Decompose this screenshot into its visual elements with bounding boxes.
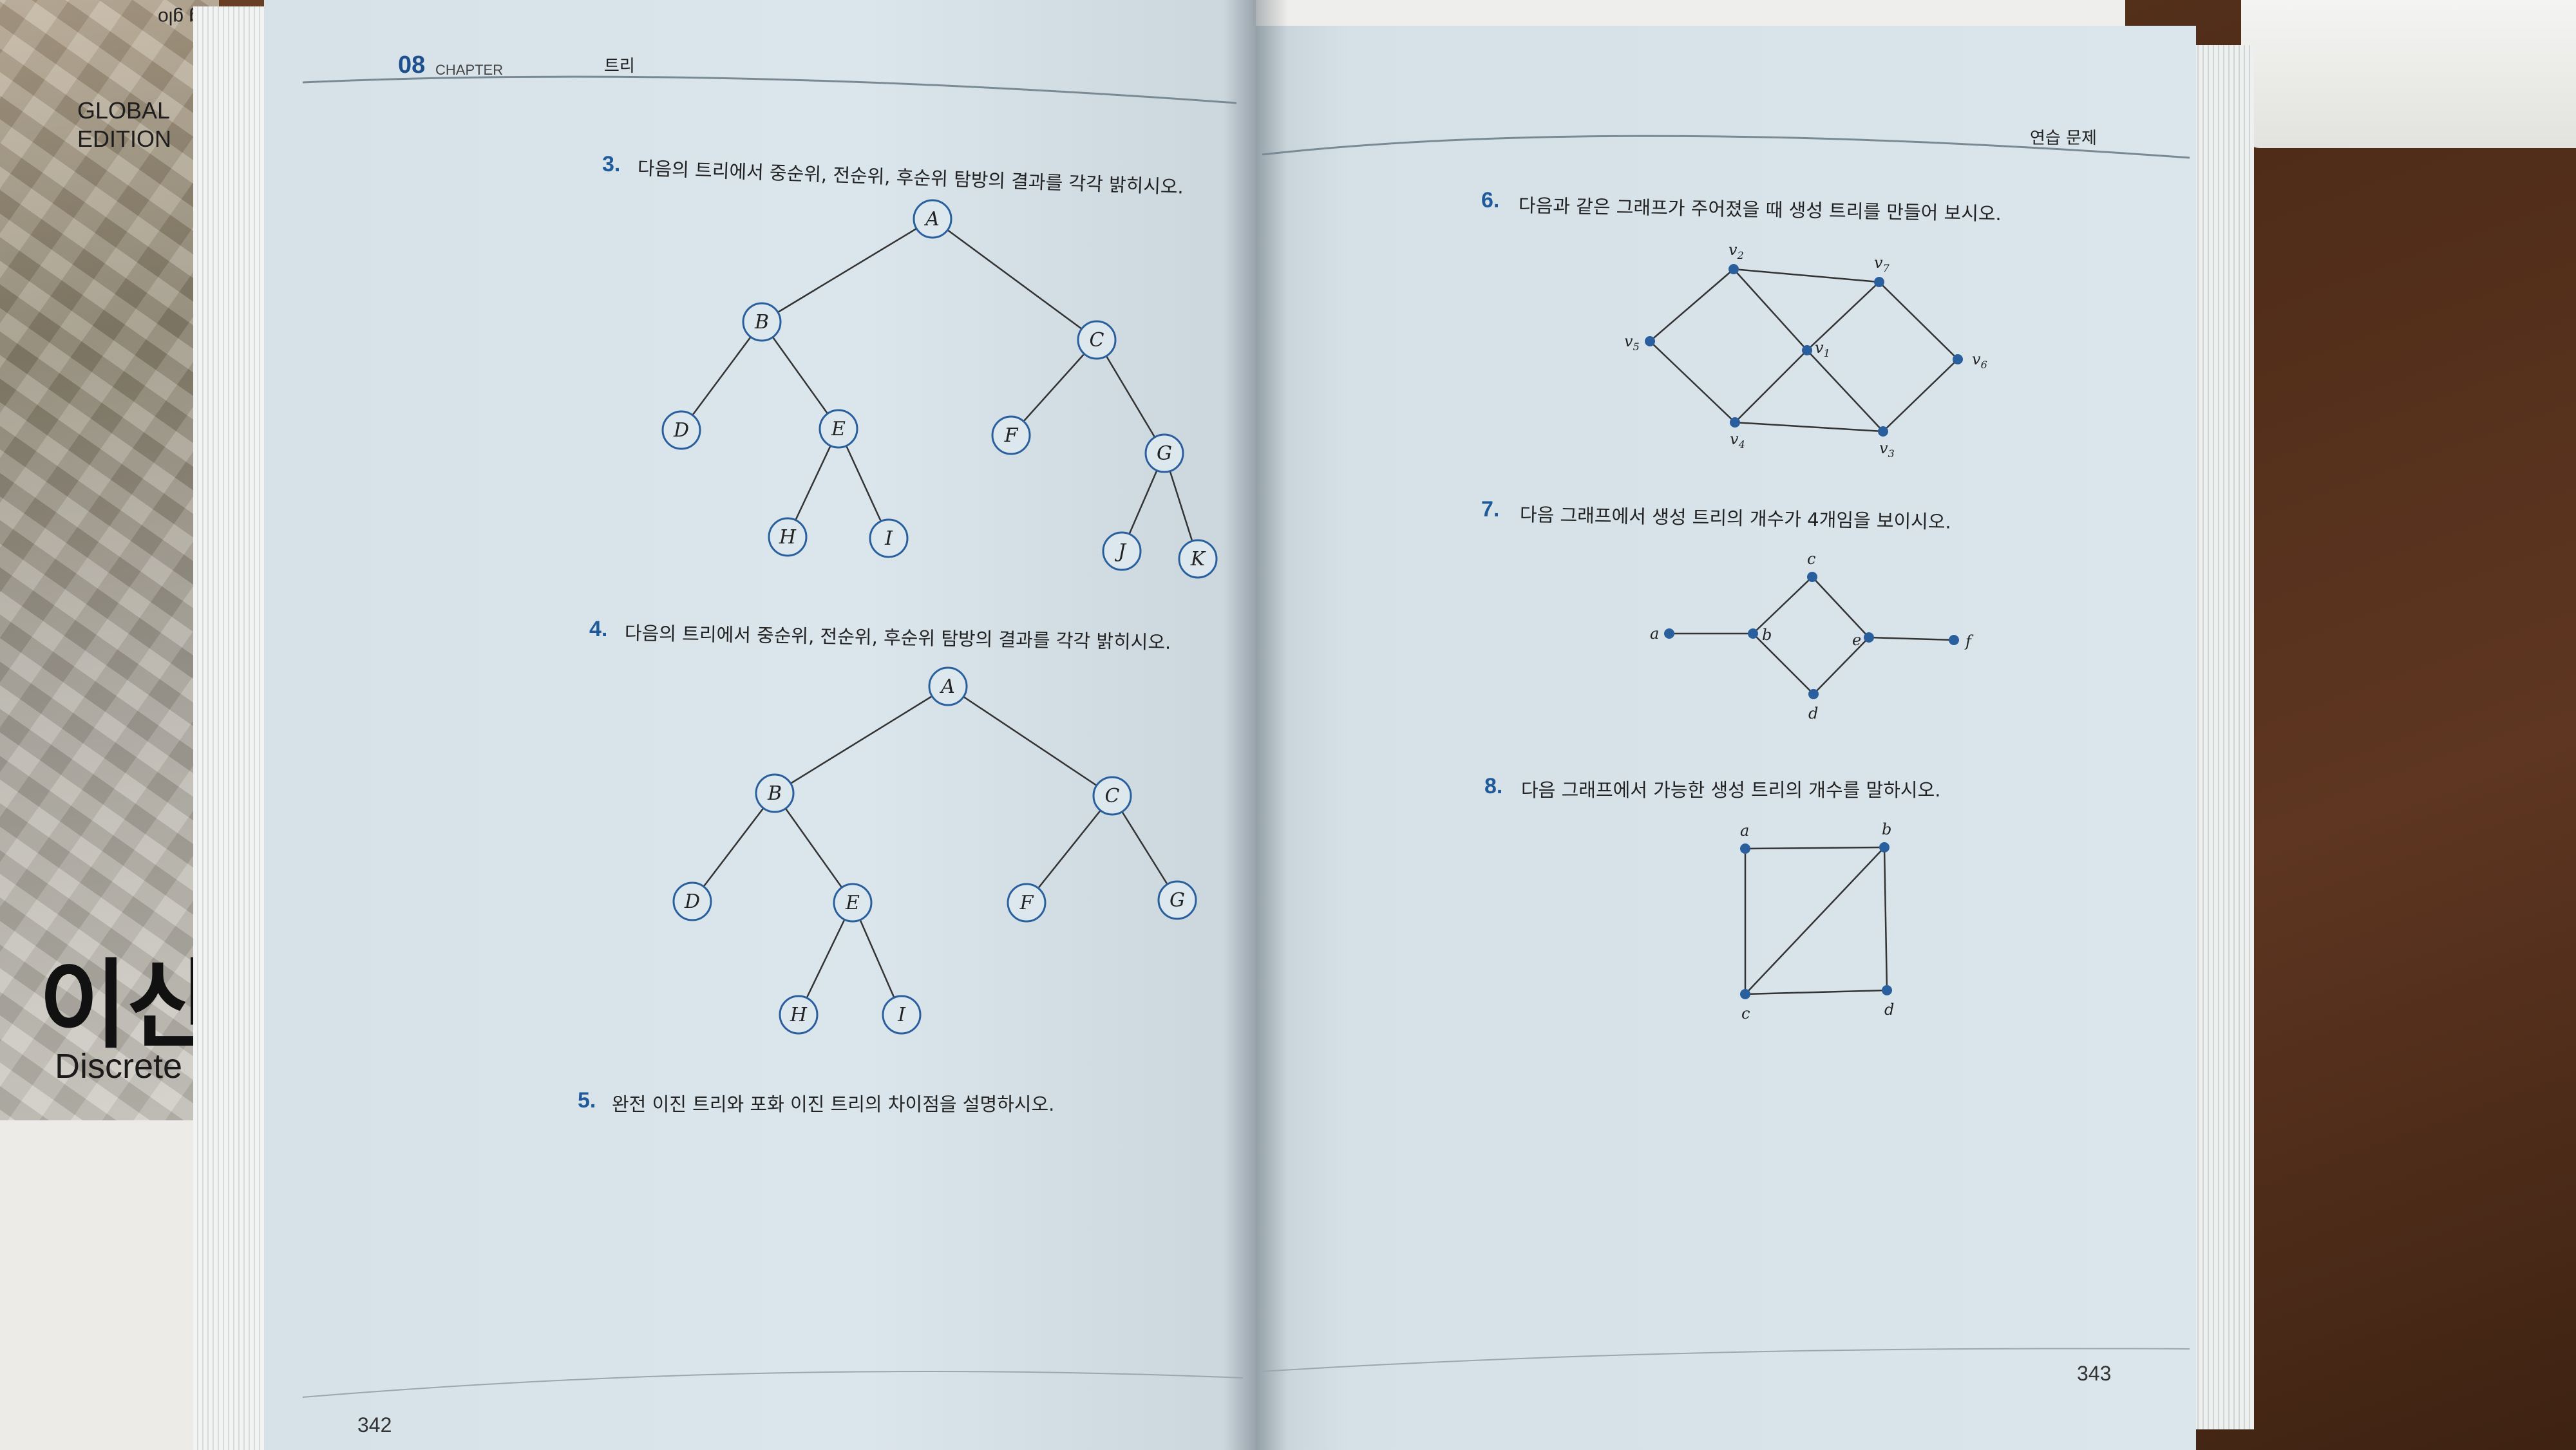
- tree-edge: [947, 685, 1113, 797]
- graph-edge: [1649, 341, 1736, 423]
- tree-edge: [761, 321, 840, 429]
- tree-node-label: A: [939, 675, 955, 698]
- graph-vertex: [1728, 264, 1739, 274]
- tree-node-label: C: [1090, 329, 1104, 352]
- tree-edge: [1095, 339, 1166, 454]
- vertex-label: v1: [1815, 339, 1830, 359]
- tree-node-label: F: [1019, 892, 1034, 914]
- tree-node-label: D: [673, 419, 689, 442]
- graph-vertex: [1740, 989, 1750, 999]
- vertex-label: f: [1964, 632, 1974, 650]
- tree-edge: [932, 218, 1097, 341]
- vertex-label-subscript: 2: [1737, 249, 1744, 261]
- graph-vertex: [1953, 354, 1963, 364]
- vertex-label: d: [1884, 1001, 1894, 1019]
- vertex-label: v2: [1728, 241, 1744, 261]
- tree-node-label: G: [1170, 889, 1185, 912]
- vertex-label-subscript: 5: [1633, 341, 1640, 353]
- graph-edge: [1649, 268, 1734, 342]
- left-footer-rule: [302, 1371, 1244, 1398]
- tree-edge: [773, 793, 854, 903]
- graph-edge: [1883, 847, 1888, 991]
- graph-vertex: [1748, 628, 1758, 639]
- tree-diagram-q3: ABCD E FGH IJ K: [661, 199, 1218, 579]
- vertex-label: b: [1762, 626, 1772, 644]
- graph-edge: [1812, 576, 1870, 638]
- tree-edge: [692, 793, 775, 902]
- vertex-label: c: [1741, 1004, 1750, 1022]
- tree-node-label: C: [1105, 785, 1120, 807]
- tree-edge: [680, 321, 763, 431]
- graph-edge: [1879, 281, 1958, 360]
- graph-vertex: [1664, 628, 1674, 639]
- graph-edge: [1733, 268, 1880, 283]
- graph-vertex: [1808, 689, 1819, 699]
- vertex-label: v4: [1730, 430, 1745, 451]
- tree-node-label: B: [754, 311, 769, 334]
- graph-vertex: [1802, 345, 1812, 355]
- graph-edge: [1733, 268, 1808, 351]
- vertex-label-subscript: 1: [1824, 347, 1830, 359]
- tree-edge: [1026, 795, 1113, 903]
- vertex-label: v5: [1624, 332, 1640, 353]
- left-header-rule: [302, 75, 1237, 104]
- vertex-label: b: [1882, 820, 1891, 838]
- tree-node-label: K: [1190, 548, 1206, 570]
- vertex-label: e: [1852, 631, 1861, 649]
- vertex-label: a: [1740, 822, 1749, 840]
- tree-node-label: G: [1157, 442, 1172, 465]
- graph-edge: [1745, 847, 1885, 995]
- graph-vertex: [1864, 632, 1874, 643]
- tree-node-label: D: [684, 890, 700, 913]
- vertex-label-subscript: 6: [1981, 359, 1987, 371]
- tree-node-label: A: [923, 208, 940, 231]
- vertex-label-subscript: 7: [1883, 262, 1890, 274]
- vertex-label: v7: [1874, 254, 1890, 274]
- right-footer-rule: [1262, 1348, 2190, 1372]
- graph-vertex: [1878, 426, 1888, 437]
- tree-node-label: B: [767, 782, 782, 805]
- graph-edge: [1734, 421, 1884, 433]
- graph-vertex: [1807, 572, 1817, 582]
- graph-edge: [1806, 350, 1884, 432]
- tree-node-label: F: [1004, 424, 1019, 447]
- figure-layer: ABCD E FGH IJ K AB CD E F GH I v2 v7v5 v1 v6v4 v3 a bc…: [302, 75, 2190, 1398]
- graph-edge: [1882, 359, 1958, 432]
- tree-node-label: E: [831, 418, 846, 440]
- tree-edge: [774, 685, 949, 795]
- vertex-label: c: [1807, 550, 1815, 568]
- tree-node-label: E: [845, 892, 860, 914]
- vertex-label: v6: [1972, 350, 1987, 371]
- graph-diagram-q8: a b c d: [1740, 820, 1894, 1022]
- graph-vertex: [1949, 635, 1959, 645]
- graph-edge: [1752, 576, 1813, 634]
- graph-diagram-q7: a b c d e f: [1650, 550, 1974, 722]
- tree-node-label: I: [897, 1004, 906, 1026]
- graph-vertex: [1730, 417, 1740, 428]
- graph-vertex: [1740, 843, 1750, 854]
- graph-edge: [1745, 846, 1885, 850]
- tree-node-label: H: [790, 1004, 808, 1026]
- graph-edge: [1868, 636, 1955, 641]
- vertex-label: a: [1650, 625, 1659, 643]
- graph-diagram-q6: v2 v7 v5 v1 v6 v4 v3: [1624, 241, 1987, 460]
- vertex-label-subscript: 3: [1888, 447, 1895, 460]
- vertex-label: d: [1808, 704, 1818, 722]
- tree-edge: [761, 218, 933, 323]
- tree-node-label: H: [779, 526, 797, 549]
- vertex-label: v3: [1879, 439, 1895, 460]
- graph-vertex: [1882, 985, 1892, 995]
- graph-vertex: [1879, 842, 1889, 852]
- graph-edge: [1745, 989, 1888, 995]
- vertex-label-subscript: 4: [1738, 438, 1745, 451]
- tree-diagram-q4: A B C D E F G H I: [672, 666, 1197, 1035]
- graph-edge: [1734, 350, 1808, 423]
- graph-vertex: [1874, 277, 1884, 287]
- graph-vertex: [1645, 336, 1655, 346]
- tree-node-label: I: [884, 527, 893, 550]
- right-header-rule: [1262, 135, 2190, 159]
